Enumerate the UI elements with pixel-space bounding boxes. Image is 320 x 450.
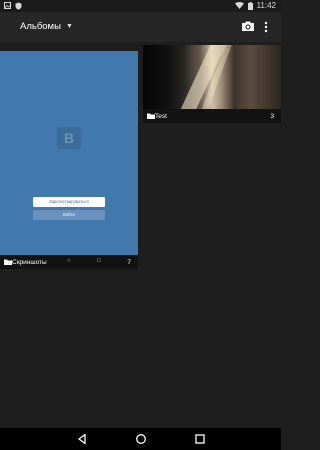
- album-info-bar: Test 3: [143, 109, 281, 123]
- thumbnail-login-button: Войти: [33, 210, 105, 220]
- system-icons: 11:42: [234, 1, 276, 10]
- album-name: Test: [155, 112, 167, 120]
- album-thumbnail: B Зарегистрироваться Войти: [0, 45, 138, 255]
- more-vert-icon[interactable]: [262, 20, 270, 34]
- battery-icon: [247, 1, 253, 10]
- back-icon[interactable]: [76, 433, 88, 445]
- thumbnail-register-button: Зарегистрироваться: [33, 197, 105, 207]
- folder-icon: [4, 259, 12, 265]
- recents-icon[interactable]: [194, 433, 206, 445]
- notification-icons: [4, 2, 22, 10]
- album-count: 3: [270, 112, 274, 120]
- album-test[interactable]: Test 3: [143, 45, 281, 123]
- wifi-icon: [234, 2, 244, 9]
- gallery-notification-icon: [4, 2, 11, 9]
- app-bar: Альбомы ▼: [0, 12, 281, 42]
- folder-icon: [147, 113, 155, 119]
- album-screenshots[interactable]: B Зарегистрироваться Войти Скриншоты ○ □…: [0, 45, 138, 269]
- status-bar: 11:42: [0, 0, 281, 12]
- clock: 11:42: [256, 1, 276, 10]
- thumbnail-status-bar: [0, 45, 138, 51]
- vk-logo-icon: B: [57, 127, 81, 149]
- album-thumbnail: [143, 45, 281, 109]
- album-name: Скриншоты: [12, 258, 47, 266]
- albums-title[interactable]: Альбомы: [20, 21, 61, 32]
- album-grid: B Зарегистрироваться Войти Скриншоты ○ □…: [0, 42, 281, 428]
- camera-icon[interactable]: [241, 19, 255, 33]
- shield-notification-icon: [15, 2, 22, 10]
- thumbnail-home-icon: ○: [67, 258, 71, 264]
- album-count: 7: [127, 258, 131, 266]
- dropdown-arrow-icon[interactable]: ▼: [66, 23, 73, 30]
- thumbnail-recents-icon: □: [97, 258, 101, 264]
- system-navigation-bar: [0, 428, 281, 450]
- album-info-bar: Скриншоты ○ □ 7: [0, 255, 138, 269]
- home-icon[interactable]: [135, 433, 147, 445]
